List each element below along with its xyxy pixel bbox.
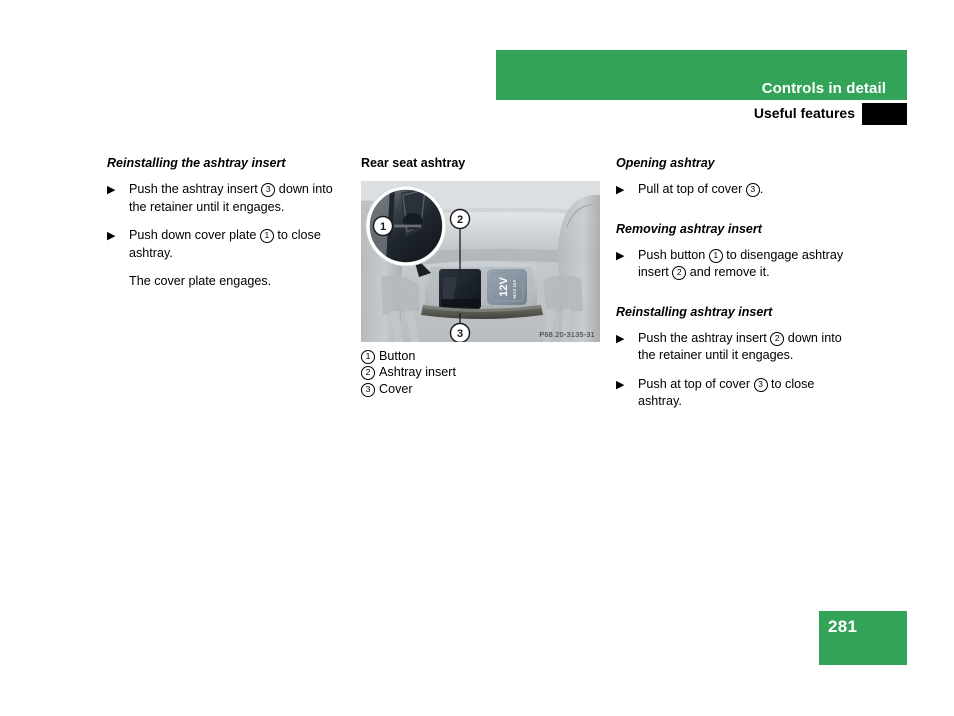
figure-callout-3: 3	[449, 322, 471, 342]
svg-text:1: 1	[380, 221, 386, 233]
step-text: Push the ashtray insert 3 down into the …	[129, 182, 333, 214]
legend-label: Cover	[379, 381, 413, 396]
instruction-step: ▶ Push down cover plate 1 to close ashtra…	[107, 227, 343, 262]
right-column: Opening ashtray ▶ Pull at top of cover 3. R…	[616, 155, 856, 422]
circled-number: 2	[770, 331, 785, 346]
instruction-step: ▶ Push at top of cover 3 to close ashtray…	[616, 376, 856, 411]
circled-number: 3	[361, 382, 375, 397]
rear-seat-ashtray-figure: 12V MAX 15A 1 2 3 P68.20-3135-31	[361, 181, 600, 342]
middle-column: Rear seat ashtray 12V MAX 15A 1 2 3 P68.…	[361, 155, 601, 397]
page-number-box: 281	[819, 611, 907, 665]
step-text: Push down cover plate 1 to close ashtray…	[129, 228, 321, 260]
step-text: Push at top of cover 3 to close ashtray.	[638, 376, 815, 409]
header-section-row: Useful features	[496, 103, 907, 125]
header-green-band: Controls in detail	[496, 50, 907, 100]
step-arrow-icon: ▶	[107, 184, 116, 196]
left-step-list: ▶ Push the ashtray insert 3 down into the…	[107, 181, 343, 262]
instruction-step: ▶ Push the ashtray insert 3 down into the…	[107, 181, 343, 216]
right-heading: Opening ashtray	[616, 156, 715, 170]
section-thumb-tab	[862, 103, 907, 125]
step-arrow-icon: ▶	[616, 249, 625, 262]
svg-text:3: 3	[457, 328, 463, 340]
figure-callout-2: 2	[449, 208, 471, 230]
legend-item: 2 Ashtray insert	[361, 364, 601, 381]
legend-label: Button	[379, 349, 416, 363]
figure-reference-code: P68.20-3135-31	[539, 330, 595, 339]
step-arrow-icon: ▶	[107, 230, 116, 242]
left-heading: Reinstalling the ashtray insert	[107, 156, 286, 170]
section-title: Useful features	[753, 105, 855, 121]
figure-callout-1: 1	[372, 215, 394, 237]
instruction-step: ▶ Pull at top of cover 3.	[616, 181, 856, 199]
instruction-step: ▶ Push the ashtray insert 2 down into the…	[616, 330, 856, 365]
page-number: 281	[828, 617, 858, 636]
circled-number: 3	[261, 183, 276, 197]
left-note: The cover plate engages.	[129, 274, 272, 288]
step-arrow-icon: ▶	[616, 332, 625, 345]
circled-number: 3	[753, 377, 768, 392]
step-arrow-icon: ▶	[616, 184, 625, 196]
step-text: Push button 1 to disengage ashtray inser…	[638, 247, 844, 280]
right-heading: Removing ashtray insert	[616, 221, 762, 236]
legend-label: Ashtray insert	[379, 365, 456, 380]
circled-number: 2	[672, 266, 687, 280]
figure-heading: Rear seat ashtray	[361, 156, 466, 170]
step-arrow-icon: ▶	[616, 378, 625, 391]
socket-voltage-label: 12V	[498, 277, 510, 297]
step-text: Push the ashtray insert 2 down into the …	[638, 330, 842, 363]
circled-number: 3	[745, 183, 760, 197]
figure-legend-list: 1 Button 2 Ashtray insert 3 Cover	[361, 348, 601, 397]
svg-text:2: 2	[457, 214, 463, 226]
rear-seat-ashtray-illustration: 12V MAX 15A 1 2 3	[361, 181, 600, 342]
circled-number: 1	[259, 229, 274, 243]
step-text: Pull at top of cover 3.	[638, 182, 764, 197]
legend-item: 1 Button	[361, 348, 601, 364]
instruction-step: ▶ Push button 1 to disengage ashtray inse…	[616, 247, 856, 282]
circled-number: 2	[361, 366, 375, 381]
circled-number: 1	[708, 248, 723, 263]
circled-number: 1	[361, 350, 375, 364]
legend-item: 3 Cover	[361, 381, 601, 397]
socket-max-label: MAX 15A	[512, 279, 517, 299]
right-heading: Reinstalling ashtray insert	[616, 304, 773, 319]
chapter-title: Controls in detail	[761, 80, 886, 97]
left-column: Reinstalling the ashtray insert ▶ Push th…	[107, 155, 343, 302]
